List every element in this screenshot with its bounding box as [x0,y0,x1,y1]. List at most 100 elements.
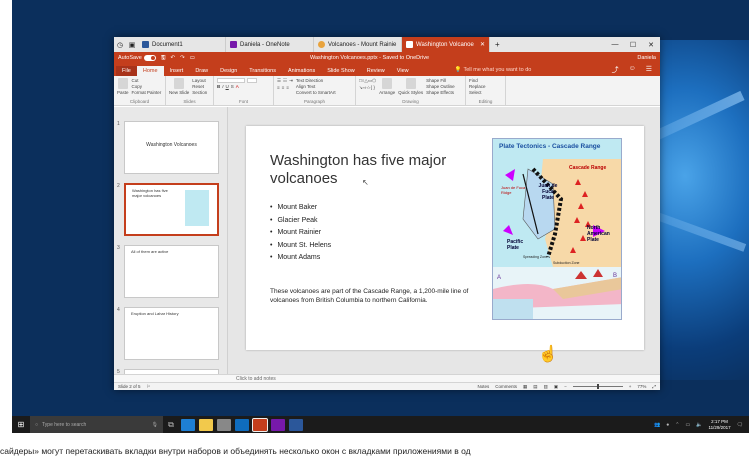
bullets-icon[interactable]: ☰ [277,78,281,84]
chevron-up-icon[interactable]: ⌃ [675,422,679,428]
comments-icon[interactable]: ☺ [629,65,636,75]
center-icon[interactable]: ≡ [282,85,285,90]
tab-document1[interactable]: Document1 [138,37,226,52]
comments-button[interactable]: Comments [495,384,517,389]
edge-icon[interactable] [181,418,195,431]
task-view-icon[interactable]: ▣ [126,41,138,49]
windows-start-icon[interactable]: ⊞ [12,420,30,429]
accessibility-icon[interactable]: ⚐ [147,384,151,390]
slide-thumbnail-3[interactable]: All of them are active [124,245,219,298]
font-color-icon[interactable]: A [236,84,239,89]
tab-volcanoes[interactable]: Volcanoes - Mount Rainie [314,37,402,52]
onenote-taskbar-icon[interactable] [271,418,285,431]
find-button[interactable]: Find [469,78,486,83]
people-icon[interactable]: 👥 [654,422,660,428]
tab-view[interactable]: View [391,66,415,76]
tab-slide-show[interactable]: Slide Show [321,66,361,76]
save-icon[interactable]: 🖫 [161,54,166,63]
zoom-level[interactable]: 77% [637,384,646,389]
slide-sorter-icon[interactable]: ▤ [533,384,537,390]
slideshow-icon[interactable]: ▣ [554,384,558,390]
tab-draw[interactable]: Draw [189,66,214,76]
replace-button[interactable]: Replace [469,84,486,89]
numbering-icon[interactable]: ☷ [283,78,287,84]
select-button[interactable]: Select [469,90,486,95]
user-name[interactable]: Daniela [637,55,656,61]
current-slide[interactable]: Washington has five major volcanoes Moun… [246,126,644,350]
indent-icon[interactable]: ⇥ [289,78,293,84]
slide-thumbnail-1[interactable]: Washington Volcanoes [124,121,219,174]
notes-pane[interactable]: Click to add notes [114,374,660,382]
shape-fill-button[interactable]: Shape Fill [426,78,455,83]
copy-button[interactable]: Copy [132,84,162,89]
align-right-icon[interactable]: ≡ [286,85,289,90]
zoom-out-icon[interactable]: − [564,384,567,389]
taskbar-search[interactable]: ○ Type here to search 🎙 [30,416,163,433]
autosave[interactable]: AutoSave [118,55,156,61]
cut-button[interactable]: Cut [132,78,162,83]
clock[interactable]: 2:17 PM 11/29/2017 [708,419,730,431]
cascade-map-image[interactable]: Plate Tectonics - Cascade Range Cascade … [492,138,622,320]
tab-review[interactable]: Review [361,66,391,76]
tell-me-box[interactable]: 💡 Tell me what you want to do [455,67,532,73]
new-tab-button[interactable]: + [490,40,505,49]
zoom-slider[interactable] [572,384,623,389]
tab-insert[interactable]: Insert [164,66,190,76]
notes-button[interactable]: Notes [478,384,490,389]
tab-design[interactable]: Design [214,66,243,76]
shape-outline-button[interactable]: Shape Outline [426,84,455,89]
align-text-button[interactable]: Align Text [296,84,336,89]
microphone-icon[interactable]: 🎙 [152,422,158,428]
bullet-list[interactable]: Mount Baker Glacier Peak Mount Rainier M… [270,204,331,267]
fit-slide-icon[interactable]: ⤢ [652,384,656,389]
autosave-toggle[interactable] [143,55,156,61]
text-direction-button[interactable]: Text Direction [296,78,336,83]
close-tab-icon[interactable]: ✕ [480,41,485,48]
powerpoint-taskbar-icon[interactable] [252,417,268,432]
align-left-icon[interactable]: ≡ [277,85,280,90]
share-icon[interactable]: ⤴ [612,65,619,75]
tab-home[interactable]: Home [136,66,164,76]
tab-onenote[interactable]: Daniela - OneNote [226,37,314,52]
tab-file[interactable]: File [116,66,137,76]
presenter-icon[interactable]: ▭ [190,55,195,61]
slide-thumbnail-2[interactable]: Washington has five major volcanoes [124,183,219,236]
undo-icon[interactable]: ↶ [171,55,176,61]
tab-transitions[interactable]: Transitions [243,66,282,76]
avatar[interactable]: ● [666,422,669,428]
notifications-icon[interactable]: 🗨 [737,422,743,428]
strikethrough-icon[interactable]: S [231,84,234,89]
store-icon[interactable] [217,418,231,431]
volume-icon[interactable]: 🔈 [696,422,702,428]
section-button[interactable]: Section [192,90,207,95]
task-view-icon[interactable]: ⧉ [163,420,179,430]
history-icon[interactable]: ◷ [114,41,126,49]
mail-icon[interactable] [235,418,249,431]
reading-view-icon[interactable]: ▥ [544,384,548,390]
italic-icon[interactable]: I [222,84,223,89]
tab-washington-volcanoes[interactable]: Washington Volcanoe ✕ [402,37,490,52]
tab-animations[interactable]: Animations [282,66,321,76]
close-icon[interactable]: ✕ [642,41,660,49]
slide-paragraph[interactable]: These volcanoes are part of the Cascade … [270,288,484,305]
zoom-in-icon[interactable]: + [629,384,632,389]
slide-thumbnail-4[interactable]: Eruption and Lahar History [124,307,219,360]
format-painter-button[interactable]: Format Painter [132,90,162,95]
network-icon[interactable]: ▭ [685,422,690,428]
slide-title[interactable]: Washington has five major volcanoes [270,152,480,188]
underline-icon[interactable]: U [226,84,229,89]
layout-button[interactable]: Layout [192,78,207,83]
font-name-box[interactable] [217,78,245,83]
shape-effects-button[interactable]: Shape Effects [426,90,455,95]
redo-icon[interactable]: ↷ [180,55,185,61]
bold-icon[interactable]: B [217,84,220,89]
word-taskbar-icon[interactable] [289,418,303,431]
maximize-icon[interactable]: ☐ [624,41,642,49]
minimize-icon[interactable]: — [606,41,624,49]
reset-button[interactable]: Reset [192,84,207,89]
normal-view-icon[interactable]: ▦ [523,384,527,390]
feedback-icon[interactable]: ☰ [646,65,652,75]
convert-smartart-button[interactable]: Convert to SmartArt [296,90,336,95]
file-explorer-icon[interactable] [199,418,213,431]
font-size-box[interactable] [247,78,257,83]
